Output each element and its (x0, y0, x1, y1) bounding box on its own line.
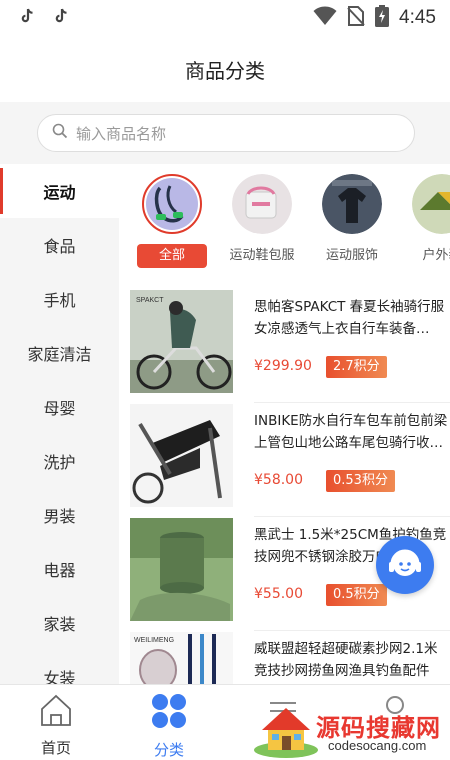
subcategory-image (412, 174, 450, 234)
no-sim-icon (347, 5, 365, 31)
subcategory-sportswear[interactable]: 运动服饰 (307, 174, 397, 268)
sidebar-item-womenswear[interactable]: 女装 (0, 650, 119, 684)
status-bar: 4:45 (0, 0, 450, 36)
sidebar-item-personal-care[interactable]: 洗护 (0, 434, 119, 488)
product-points-badge: 0.5积分 (326, 584, 387, 606)
product-card[interactable]: WEILIMENG 威联盟超轻超硬碳素抄网2.1米竞技抄网捞鱼网渔具钓鱼配件鱼… (130, 632, 450, 684)
product-card[interactable]: INBIKE防水自行车包车前包前梁上管包山地公路车尾包骑行收… ¥58.00 0… (130, 404, 450, 518)
category-sidebar: 运动 食品 手机 家庭清洁 母婴 洗护 男装 电器 家装 女装 (0, 164, 119, 684)
nav-home[interactable]: 首页 (11, 693, 101, 758)
tiktok-icon (54, 8, 68, 28)
svg-text:SPAKCT: SPAKCT (136, 297, 164, 304)
subcategory-label: 户外装 (422, 248, 450, 263)
sidebar-item-sports[interactable]: 运动 (0, 164, 119, 218)
product-card[interactable]: SPAKCT 思帕客SPAKCT 春夏长袖骑行服女凉感透气上衣自行车装备… ¥2… (130, 290, 450, 404)
sidebar-item-home-decor[interactable]: 家装 (0, 596, 119, 650)
subcategory-label: 运动鞋包服 (229, 248, 295, 263)
product-name: INBIKE防水自行车包车前包前梁上管包山地公路车尾包骑行收… (254, 413, 448, 451)
subcategory-image (322, 174, 382, 234)
battery-charging-icon (375, 5, 390, 31)
headset-icon (386, 544, 424, 586)
product-panel: 全部 运动鞋包服 运动服饰 户外 SPAKCT 思帕客SPAKCT 春夏长袖骑行… (119, 164, 450, 684)
subcategory-sport-shoes-bags[interactable]: 运动鞋包服 (217, 174, 307, 268)
product-name: 思帕客SPAKCT 春夏长袖骑行服女凉感透气上衣自行车装备… (254, 299, 445, 337)
clock: 4:45 (399, 7, 436, 28)
sidebar-item-home-cleaning[interactable]: 家庭清洁 (0, 326, 119, 380)
subcategory-all[interactable]: 全部 (127, 174, 217, 268)
sidebar-item-food[interactable]: 食品 (0, 218, 119, 272)
product-price: ¥299.90 (254, 358, 312, 374)
divider (254, 402, 450, 403)
customer-service-button[interactable] (376, 536, 434, 594)
product-image: SPAKCT (130, 290, 233, 393)
watermark: 源码搜藏网 codesocang.com (252, 700, 450, 760)
product-image: WEILIMENG (130, 632, 233, 684)
subcategory-row: 全部 运动鞋包服 运动服饰 户外 (119, 174, 450, 284)
watermark-url: codesocang.com (328, 738, 427, 753)
divider (254, 516, 450, 517)
wifi-icon (313, 6, 337, 30)
nav-label: 首页 (40, 739, 71, 757)
product-image (130, 518, 233, 621)
category-grid-icon (151, 693, 187, 733)
sidebar-item-menswear[interactable]: 男装 (0, 488, 119, 542)
subcategory-outdoor[interactable]: 户外装 (397, 174, 450, 268)
product-name: 威联盟超轻超硬碳素抄网2.1米竞技抄网捞鱼网渔具钓鱼配件鱼… (254, 641, 438, 679)
subcategory-label: 运动服饰 (325, 248, 378, 263)
header: 商品分类 (0, 36, 450, 102)
product-price: ¥55.00 (254, 586, 303, 602)
sidebar-item-mother-baby[interactable]: 母婴 (0, 380, 119, 434)
product-points-badge: 2.7积分 (326, 356, 387, 378)
search-input[interactable]: 输入商品名称 (37, 114, 415, 152)
subcategory-label: 全部 (136, 244, 207, 268)
divider (254, 630, 450, 631)
sidebar-item-phones[interactable]: 手机 (0, 272, 119, 326)
search-icon (52, 123, 68, 143)
product-image (130, 404, 233, 507)
search-placeholder: 输入商品名称 (76, 124, 167, 143)
sidebar-item-appliances[interactable]: 电器 (0, 542, 119, 596)
home-icon (39, 693, 73, 731)
product-price: ¥58.00 (254, 472, 303, 488)
page-title: 商品分类 (185, 58, 265, 83)
tiktok-icon (20, 8, 34, 28)
nav-category[interactable]: 分类 (124, 693, 214, 760)
svg-text:WEILIMENG: WEILIMENG (134, 637, 174, 644)
nav-label: 分类 (153, 741, 184, 759)
subcategory-all-image (142, 174, 202, 234)
subcategory-image (232, 174, 292, 234)
product-points-badge: 0.53积分 (326, 470, 395, 492)
